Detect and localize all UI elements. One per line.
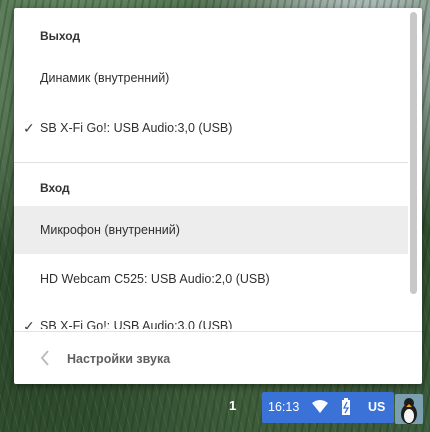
wifi-icon (312, 400, 328, 413)
audio-settings-label: Настройки звука (67, 351, 171, 366)
checkmark-icon: ✓ (23, 119, 35, 136)
penguin-icon (395, 394, 423, 424)
shelf-window-count[interactable]: 1 (229, 398, 236, 413)
keyboard-layout: US (368, 400, 386, 414)
output-section-header: Выход (40, 29, 81, 43)
avatar[interactable] (395, 394, 423, 424)
input-device-internal-mic[interactable]: Микрофон (внутренний) (14, 206, 408, 254)
input-section-header: Вход (40, 181, 70, 195)
audio-device-list[interactable]: Выход Динамик (внутренний) ✓ SB X-Fi Go!… (14, 8, 408, 329)
device-label: Микрофон (внутренний) (40, 223, 180, 237)
input-device-sb-xfi[interactable]: ✓ SB X-Fi Go!: USB Audio:3,0 (USB) (14, 302, 408, 330)
chevron-left-icon[interactable] (38, 346, 52, 370)
output-device-internal-speaker[interactable]: Динамик (внутренний) (14, 54, 408, 102)
audio-settings-footer[interactable]: Настройки звука (14, 331, 422, 384)
system-tray[interactable]: 16:13 US (262, 392, 394, 423)
device-label: Динамик (внутренний) (40, 71, 170, 85)
device-label: SB X-Fi Go!: USB Audio:3,0 (USB) (40, 121, 233, 135)
battery-icon (342, 398, 350, 415)
device-label: HD Webcam C525: USB Audio:2,0 (USB) (40, 272, 270, 286)
scrollbar-thumb[interactable] (410, 12, 417, 294)
device-label: SB X-Fi Go!: USB Audio:3,0 (USB) (40, 319, 233, 329)
input-device-hd-webcam[interactable]: HD Webcam C525: USB Audio:2,0 (USB) (14, 255, 408, 303)
section-divider (14, 162, 408, 163)
audio-settings-popup: Выход Динамик (внутренний) ✓ SB X-Fi Go!… (14, 8, 422, 384)
output-device-sb-xfi[interactable]: ✓ SB X-Fi Go!: USB Audio:3,0 (USB) (14, 104, 408, 152)
checkmark-icon: ✓ (23, 317, 35, 330)
clock: 16:13 (268, 400, 300, 414)
